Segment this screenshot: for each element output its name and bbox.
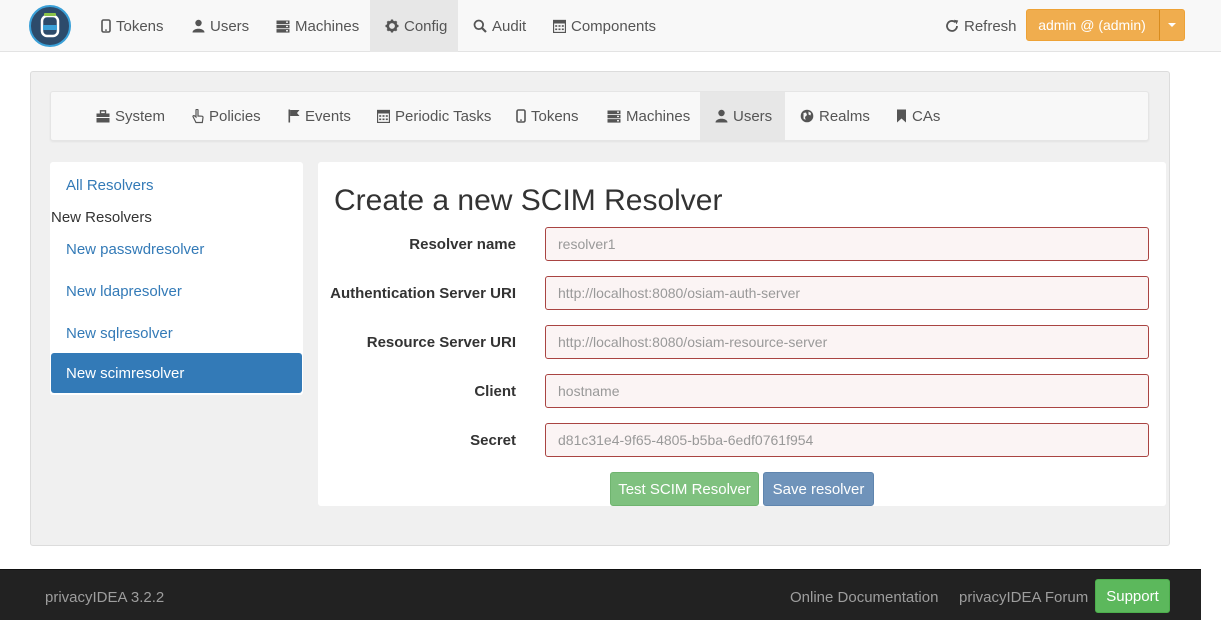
test-scim-resolver-button[interactable]: Test SCIM Resolver [610, 472, 759, 506]
nav-components[interactable]: Components [553, 0, 656, 52]
gear-icon [385, 19, 399, 33]
resolver-name-label: Resolver name [409, 236, 516, 253]
nav-machines[interactable]: Machines [276, 0, 359, 52]
all-resolvers-link[interactable]: All Resolvers [66, 177, 154, 194]
new-scimresolver-label: New scimresolver [66, 364, 185, 382]
page-title: Create a new SCIM Resolver [334, 184, 723, 217]
calendar-icon [553, 19, 566, 33]
subnav-machines[interactable]: Machines [607, 92, 690, 140]
support-button[interactable]: Support [1095, 579, 1170, 613]
bookmark-icon [896, 109, 907, 123]
client-label: Client [474, 383, 516, 400]
mobile-icon [516, 109, 526, 123]
new-resolvers-heading: New Resolvers [51, 209, 152, 226]
online-documentation-link[interactable]: Online Documentation [790, 589, 938, 606]
nav-config[interactable]: Config [370, 0, 458, 52]
nav-users[interactable]: Users [192, 0, 249, 52]
user-icon [715, 109, 728, 123]
server-icon [276, 20, 290, 33]
new-passwdresolver-link[interactable]: New passwdresolver [66, 241, 204, 258]
nav-users-label: Users [210, 17, 250, 35]
refresh-button[interactable]: Refresh [945, 0, 1017, 52]
mobile-icon [101, 19, 111, 33]
subnav-events[interactable]: Events [288, 92, 351, 140]
subnav-cas-label: CAs [912, 107, 941, 125]
nav-tokens-label: Tokens [116, 17, 164, 35]
subnav-events-label: Events [305, 107, 351, 125]
subnav-system[interactable]: System [96, 92, 165, 140]
subnav-periodic-tasks-label: Periodic Tasks [395, 107, 492, 125]
subnav-realms-label: Realms [819, 107, 870, 125]
nav-audit[interactable]: Audit [473, 0, 526, 52]
subnav-system-label: System [115, 107, 166, 125]
app-version: privacyIDEA 3.2.2 [45, 589, 165, 606]
refresh-label: Refresh [964, 17, 1017, 35]
flag-icon [288, 109, 300, 123]
subnav-periodic-tasks[interactable]: Periodic Tasks [377, 92, 491, 140]
auth-server-uri-label: Authentication Server URI [330, 285, 516, 302]
subnav-tokens[interactable]: Tokens [516, 92, 579, 140]
nav-components-label: Components [571, 17, 657, 35]
hand-pointer-icon [192, 108, 204, 124]
secret-label: Secret [470, 432, 516, 449]
resource-server-uri-input[interactable] [545, 325, 1149, 359]
resolver-name-input[interactable] [545, 227, 1149, 261]
nav-audit-label: Audit [492, 17, 527, 35]
subnav-policies-label: Policies [209, 107, 261, 125]
scim-resolver-form: Create a new SCIM Resolver Resolver name… [318, 162, 1166, 506]
calendar-icon [377, 109, 390, 123]
subnav-realms[interactable]: Realms [800, 92, 870, 140]
config-subnav: System Policies Events Periodic Tasks To… [50, 91, 1149, 141]
resolver-sidebar: All Resolvers New Resolvers New passwdre… [50, 162, 303, 395]
user-icon [192, 19, 205, 33]
forum-link[interactable]: privacyIDEA Forum [959, 589, 1088, 606]
subnav-policies[interactable]: Policies [192, 92, 261, 140]
nav-tokens[interactable]: Tokens [101, 0, 164, 52]
save-resolver-button[interactable]: Save resolver [763, 472, 874, 506]
privacyidea-logo[interactable] [29, 5, 71, 47]
refresh-icon [945, 19, 959, 33]
server-icon [607, 110, 621, 123]
admin-user-label: admin @ (admin) [1038, 17, 1146, 33]
admin-dropdown-toggle[interactable] [1159, 10, 1184, 40]
nav-config-label: Config [404, 17, 448, 35]
footer: privacyIDEA 3.2.2 Online Documentation p… [0, 569, 1201, 620]
top-navbar: Tokens Users Machines Config Audit Compo… [0, 0, 1221, 52]
nav-machines-label: Machines [295, 17, 360, 35]
caret-down-icon [1168, 23, 1176, 27]
new-ldapresolver-link[interactable]: New ldapresolver [66, 283, 182, 300]
secret-input[interactable] [545, 423, 1149, 457]
new-scimresolver-link[interactable]: New scimresolver [51, 353, 302, 393]
subnav-users[interactable]: Users [700, 92, 785, 140]
auth-server-uri-input[interactable] [545, 276, 1149, 310]
briefcase-icon [96, 109, 110, 123]
search-icon [473, 19, 487, 33]
subnav-cas[interactable]: CAs [896, 92, 940, 140]
client-input[interactable] [545, 374, 1149, 408]
admin-user-menu[interactable]: admin @ (admin) [1026, 9, 1185, 41]
subnav-machines-label: Machines [626, 107, 691, 125]
new-sqlresolver-link[interactable]: New sqlresolver [66, 325, 173, 342]
globe-icon [800, 109, 814, 123]
subnav-tokens-label: Tokens [531, 107, 579, 125]
resource-server-uri-label: Resource Server URI [366, 334, 516, 351]
subnav-users-label: Users [733, 107, 773, 125]
